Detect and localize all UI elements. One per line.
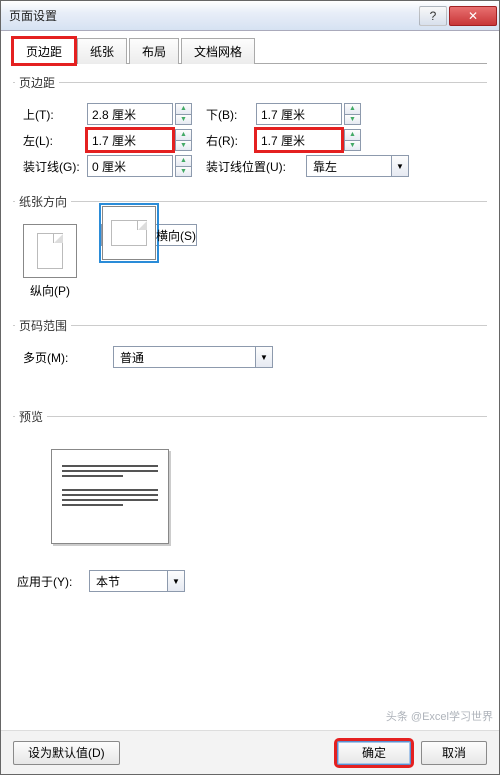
tab-margins[interactable]: 页边距: [13, 38, 75, 64]
dialog-body: 页边距 纸张 布局 文档网格 页边距 上(T): 2.8 厘米 ▲▼ 下(B):…: [1, 31, 499, 602]
preview-legend: 预览: [15, 408, 47, 425]
tab-strip: 页边距 纸张 布局 文档网格: [13, 37, 487, 64]
tab-grid[interactable]: 文档网格: [181, 38, 255, 64]
bottom-input[interactable]: 1.7 厘米: [256, 103, 342, 125]
top-input[interactable]: 2.8 厘米: [87, 103, 173, 125]
dropdown-icon: ▼: [255, 347, 272, 367]
gutter-pos-value: 靠左: [307, 158, 391, 175]
help-button[interactable]: ?: [419, 6, 447, 26]
right-input[interactable]: 1.7 厘米: [256, 129, 342, 151]
titlebar: 页面设置 ? ✕: [1, 1, 499, 31]
landscape-label: 横向(S): [156, 227, 196, 244]
apply-row: 应用于(Y): 本节 ▼: [13, 564, 487, 594]
margins-group: 页边距 上(T): 2.8 厘米 ▲▼ 下(B): 1.7 厘米 ▲▼ 左(L)…: [13, 74, 487, 187]
dialog-footer: 设为默认值(D) 确定 取消: [1, 730, 499, 774]
top-label: 上(T):: [15, 106, 87, 123]
multi-value: 普通: [114, 349, 255, 366]
top-spinner[interactable]: ▲▼: [175, 103, 192, 125]
gutter-pos-label: 装订线位置(U):: [206, 158, 306, 175]
page-setup-dialog: 页面设置 ? ✕ 页边距 纸张 布局 文档网格 页边距 上(T): 2.8 厘米…: [0, 0, 500, 775]
portrait-option[interactable]: 纵向(P): [23, 224, 77, 299]
bottom-label: 下(B):: [206, 106, 256, 123]
dropdown-icon: ▼: [167, 571, 184, 591]
portrait-label: 纵向(P): [23, 282, 77, 299]
gutter-spinner[interactable]: ▲▼: [175, 155, 192, 177]
close-button[interactable]: ✕: [449, 6, 497, 26]
watermark: 头条 @Excel学习世界: [386, 708, 493, 724]
window-buttons: ? ✕: [418, 6, 499, 26]
tab-layout[interactable]: 布局: [129, 38, 179, 64]
gutter-label: 装订线(G):: [15, 158, 87, 175]
orientation-legend: 纸张方向: [15, 193, 71, 210]
pages-group: 页码范围 多页(M): 普通 ▼: [13, 317, 487, 378]
set-default-button[interactable]: 设为默认值(D): [13, 741, 120, 765]
right-spinner[interactable]: ▲▼: [344, 129, 361, 151]
apply-label: 应用于(Y):: [17, 573, 89, 590]
bottom-spinner[interactable]: ▲▼: [344, 103, 361, 125]
multi-label: 多页(M):: [15, 349, 113, 366]
ok-button[interactable]: 确定: [337, 741, 411, 765]
window-title: 页面设置: [1, 7, 418, 24]
multi-select[interactable]: 普通 ▼: [113, 346, 273, 368]
right-label: 右(R):: [206, 132, 256, 149]
cancel-button[interactable]: 取消: [421, 741, 487, 765]
preview-image: [51, 449, 169, 544]
margins-legend: 页边距: [15, 74, 59, 91]
orientation-group: 纸张方向 纵向(P) 横向(S): [13, 193, 487, 311]
left-label: 左(L):: [15, 132, 87, 149]
left-input[interactable]: 1.7 厘米: [87, 129, 173, 151]
landscape-option[interactable]: 横向(S): [101, 224, 197, 246]
pages-legend: 页码范围: [15, 317, 71, 334]
preview-group: 预览: [13, 408, 487, 558]
tab-paper[interactable]: 纸张: [77, 38, 127, 64]
apply-value: 本节: [90, 573, 167, 590]
dropdown-icon: ▼: [391, 156, 408, 176]
apply-select[interactable]: 本节 ▼: [89, 570, 185, 592]
gutter-pos-select[interactable]: 靠左 ▼: [306, 155, 409, 177]
gutter-input[interactable]: 0 厘米: [87, 155, 173, 177]
left-spinner[interactable]: ▲▼: [175, 129, 192, 151]
